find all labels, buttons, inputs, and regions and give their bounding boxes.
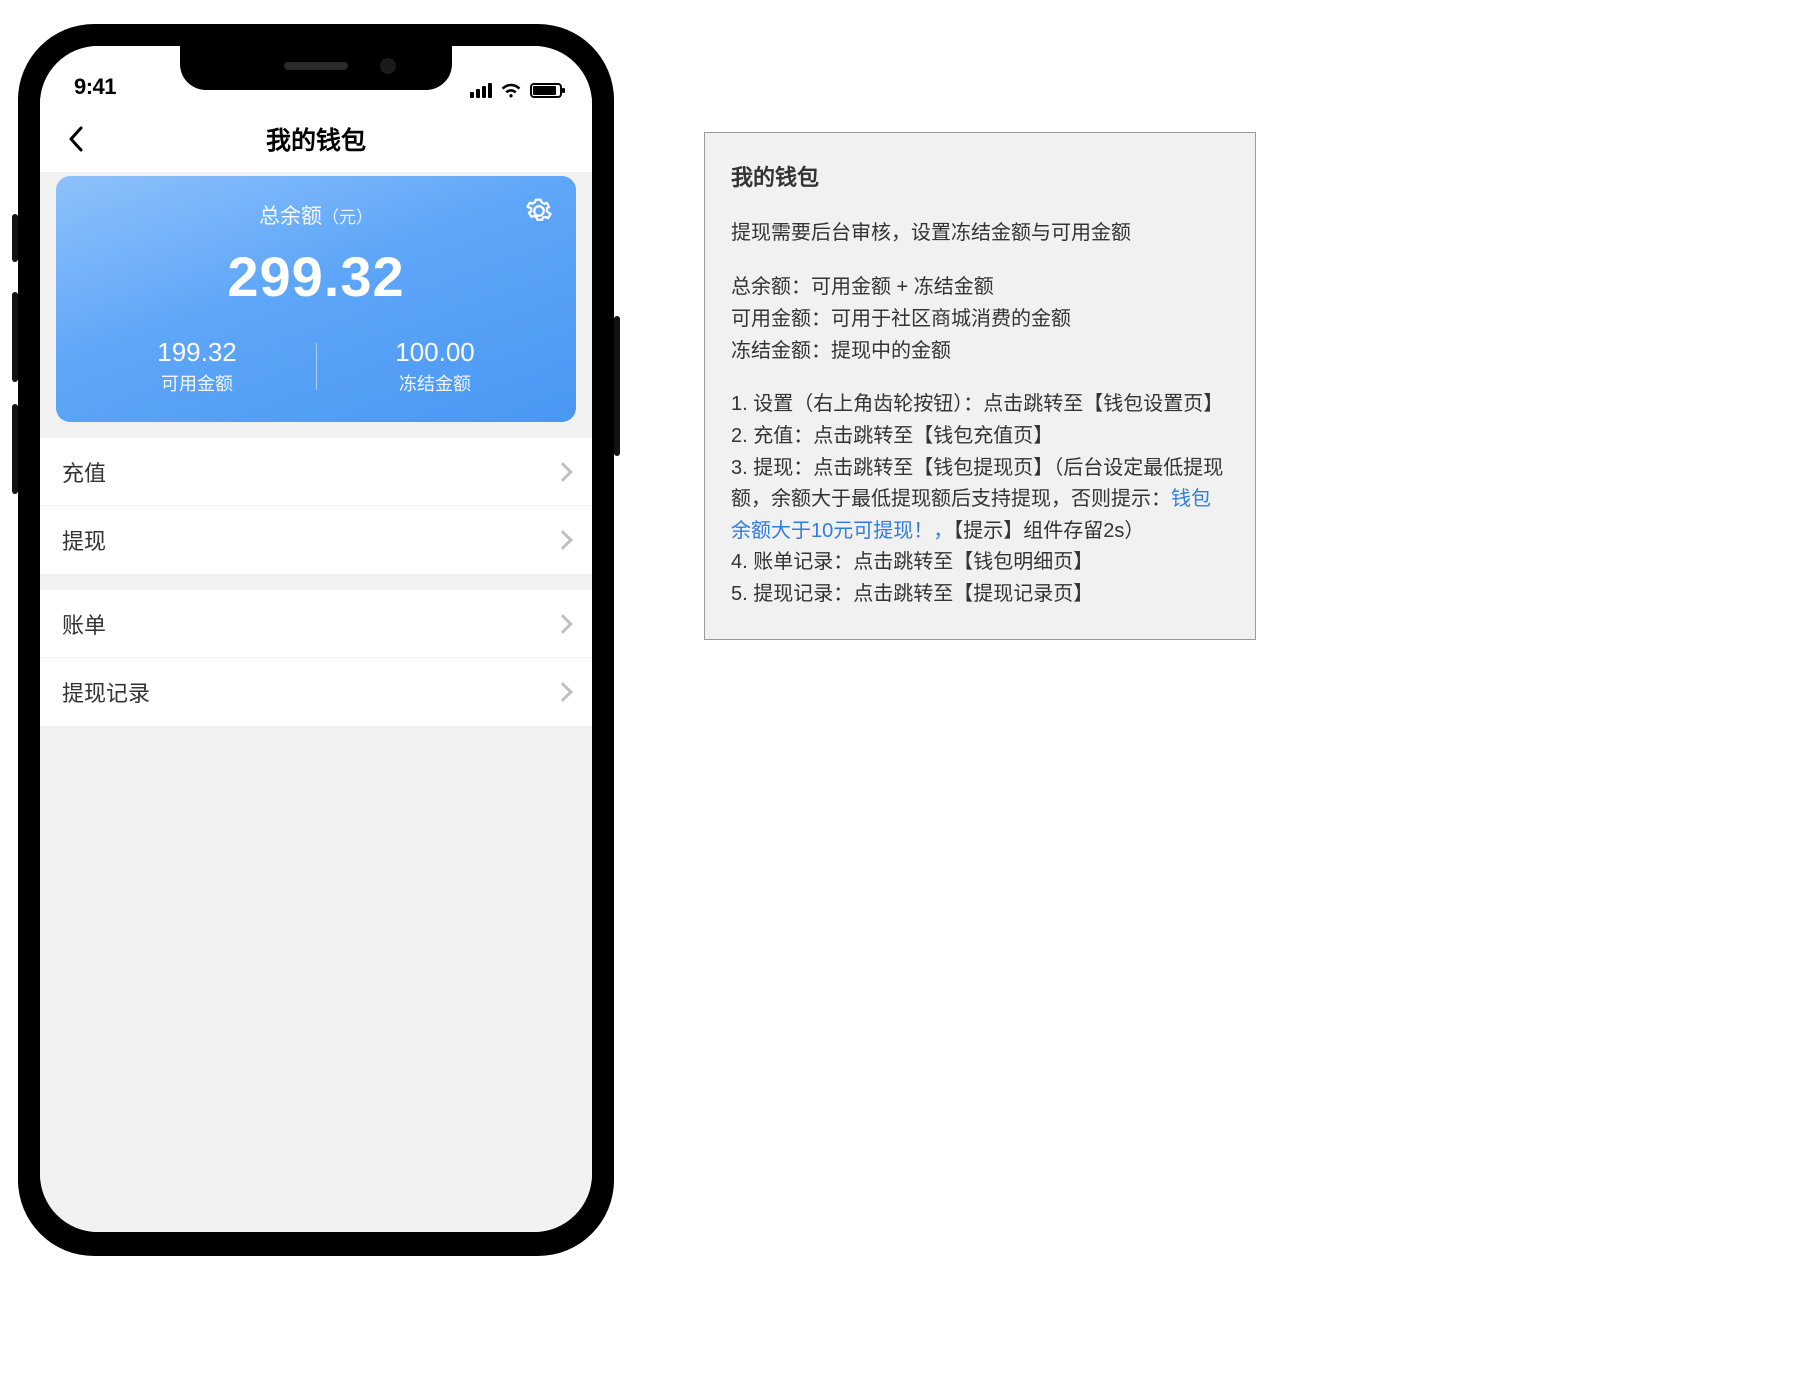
chevron-right-icon [553,682,573,702]
phone-mockup: 9:41 我的钱包 [18,24,614,1254]
settings-button[interactable] [524,196,554,226]
note-title: 我的钱包 [731,161,1229,196]
back-button[interactable] [58,121,94,157]
status-right-cluster [470,82,562,100]
phone-frame: 9:41 我的钱包 [18,24,614,1254]
balance-label-row: 总余额（元） [78,200,554,230]
gear-icon [524,196,554,226]
annotation-panel: 我的钱包 提现需要后台审核，设置冻结金额与可用金额 总余额：可用金额 + 冻结金… [704,132,1256,640]
chevron-right-icon [553,614,573,634]
balance-amount: 299.32 [78,244,554,309]
menu-item-label: 提现 [62,524,106,556]
note-subtitle: 提现需要后台审核，设置冻结金额与可用金额 [731,218,1229,250]
balance-unit: （元） [322,208,373,227]
balance-card: 总余额（元） 299.32 199.32 可用金额 [56,176,576,422]
front-camera [380,58,396,74]
note-step-5: 5. 提现记录：点击跳转至【提现记录页】 [731,579,1229,611]
frozen-label: 冻结金额 [316,370,554,396]
signal-icon [470,82,492,98]
menu-item-label: 提现记录 [62,676,150,708]
balance-label: 总余额 [259,205,322,228]
menu-item-label: 充值 [62,456,106,488]
note-def-available: 可用金额：可用于社区商城消费的金额 [731,303,1229,335]
note-def-frozen: 冻结金额：提现中的金额 [731,335,1229,367]
note-step-1: 1. 设置（右上角齿轮按钮）：点击跳转至【钱包设置页】 [731,389,1229,421]
status-time: 9:41 [74,74,116,100]
menu-group-1: 充值 提现 [40,438,592,574]
phone-side-button [12,214,18,262]
note-step-3: 3. 提现：点击跳转至【钱包提现页】（后台设定最低提现额，余额大于最低提现额后支… [731,453,1229,548]
chevron-right-icon [553,462,573,482]
battery-icon [530,83,562,98]
available-label: 可用金额 [78,370,316,396]
menu-item-recharge[interactable]: 充值 [40,438,592,506]
balance-columns: 199.32 可用金额 100.00 冻结金额 [78,337,554,396]
available-value: 199.32 [78,337,316,368]
note-step-2: 2. 充值：点击跳转至【钱包充值页】 [731,421,1229,453]
frozen-value: 100.00 [316,337,554,368]
phone-screen: 9:41 我的钱包 [40,46,592,1232]
note-steps: 1. 设置（右上角齿轮按钮）：点击跳转至【钱包设置页】 2. 充值：点击跳转至【… [731,389,1229,610]
menu-item-label: 账单 [62,608,106,640]
menu-item-bill[interactable]: 账单 [40,590,592,658]
chevron-left-icon [68,126,84,152]
phone-side-button [12,404,18,494]
wifi-icon [500,82,522,98]
nav-bar: 我的钱包 [40,106,592,172]
frozen-column: 100.00 冻结金额 [316,337,554,396]
phone-side-button [12,292,18,382]
note-step-4: 4. 账单记录：点击跳转至【钱包明细页】 [731,547,1229,579]
menu-item-withdraw-records[interactable]: 提现记录 [40,658,592,726]
note-def-total: 总余额：可用金额 + 冻结金额 [731,271,1229,303]
note-definitions: 总余额：可用金额 + 冻结金额 可用金额：可用于社区商城消费的金额 冻结金额：提… [731,271,1229,367]
note-step-3a: 3. 提现：点击跳转至【钱包提现页】（后台设定最低提现额，余额大于最低提现额后支… [731,457,1223,511]
chevron-right-icon [553,530,573,550]
page-title: 我的钱包 [266,121,366,157]
available-column: 199.32 可用金额 [78,337,316,396]
note-step-3b: 【提示】组件存留2s） [953,520,1144,542]
menu-item-withdraw[interactable]: 提现 [40,506,592,574]
phone-notch [180,46,452,90]
phone-side-button [614,316,620,456]
speaker-slot [284,62,348,70]
menu-group-2: 账单 提现记录 [40,590,592,726]
content-area: 总余额（元） 299.32 199.32 可用金额 [40,172,592,1232]
